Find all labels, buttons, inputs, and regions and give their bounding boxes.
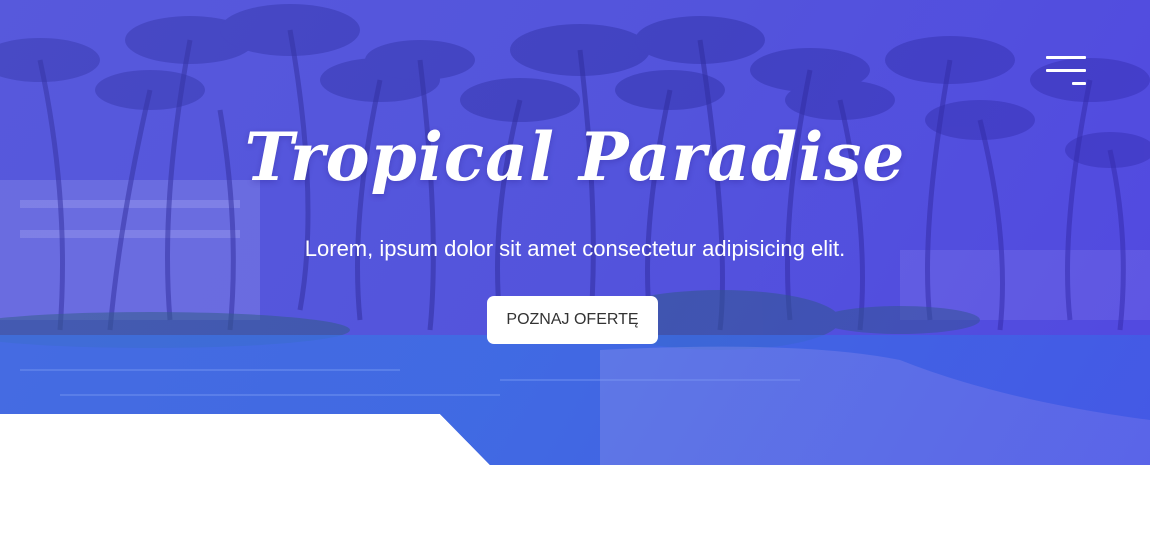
hero-title: Tropical Paradise [244,118,906,196]
hero-section: Tropical Paradise Lorem, ipsum dolor sit… [0,0,1150,465]
hamburger-menu-icon[interactable] [1044,56,1088,88]
menu-line-top [1046,56,1086,59]
hero-subtitle: Lorem, ipsum dolor sit amet consectetur … [304,236,846,261]
menu-line-bottom [1072,82,1086,85]
menu-line-middle [1046,69,1086,72]
offer-button[interactable]: POZNAJ OFERTĘ [487,296,658,344]
hero-color-overlay [0,0,1150,465]
